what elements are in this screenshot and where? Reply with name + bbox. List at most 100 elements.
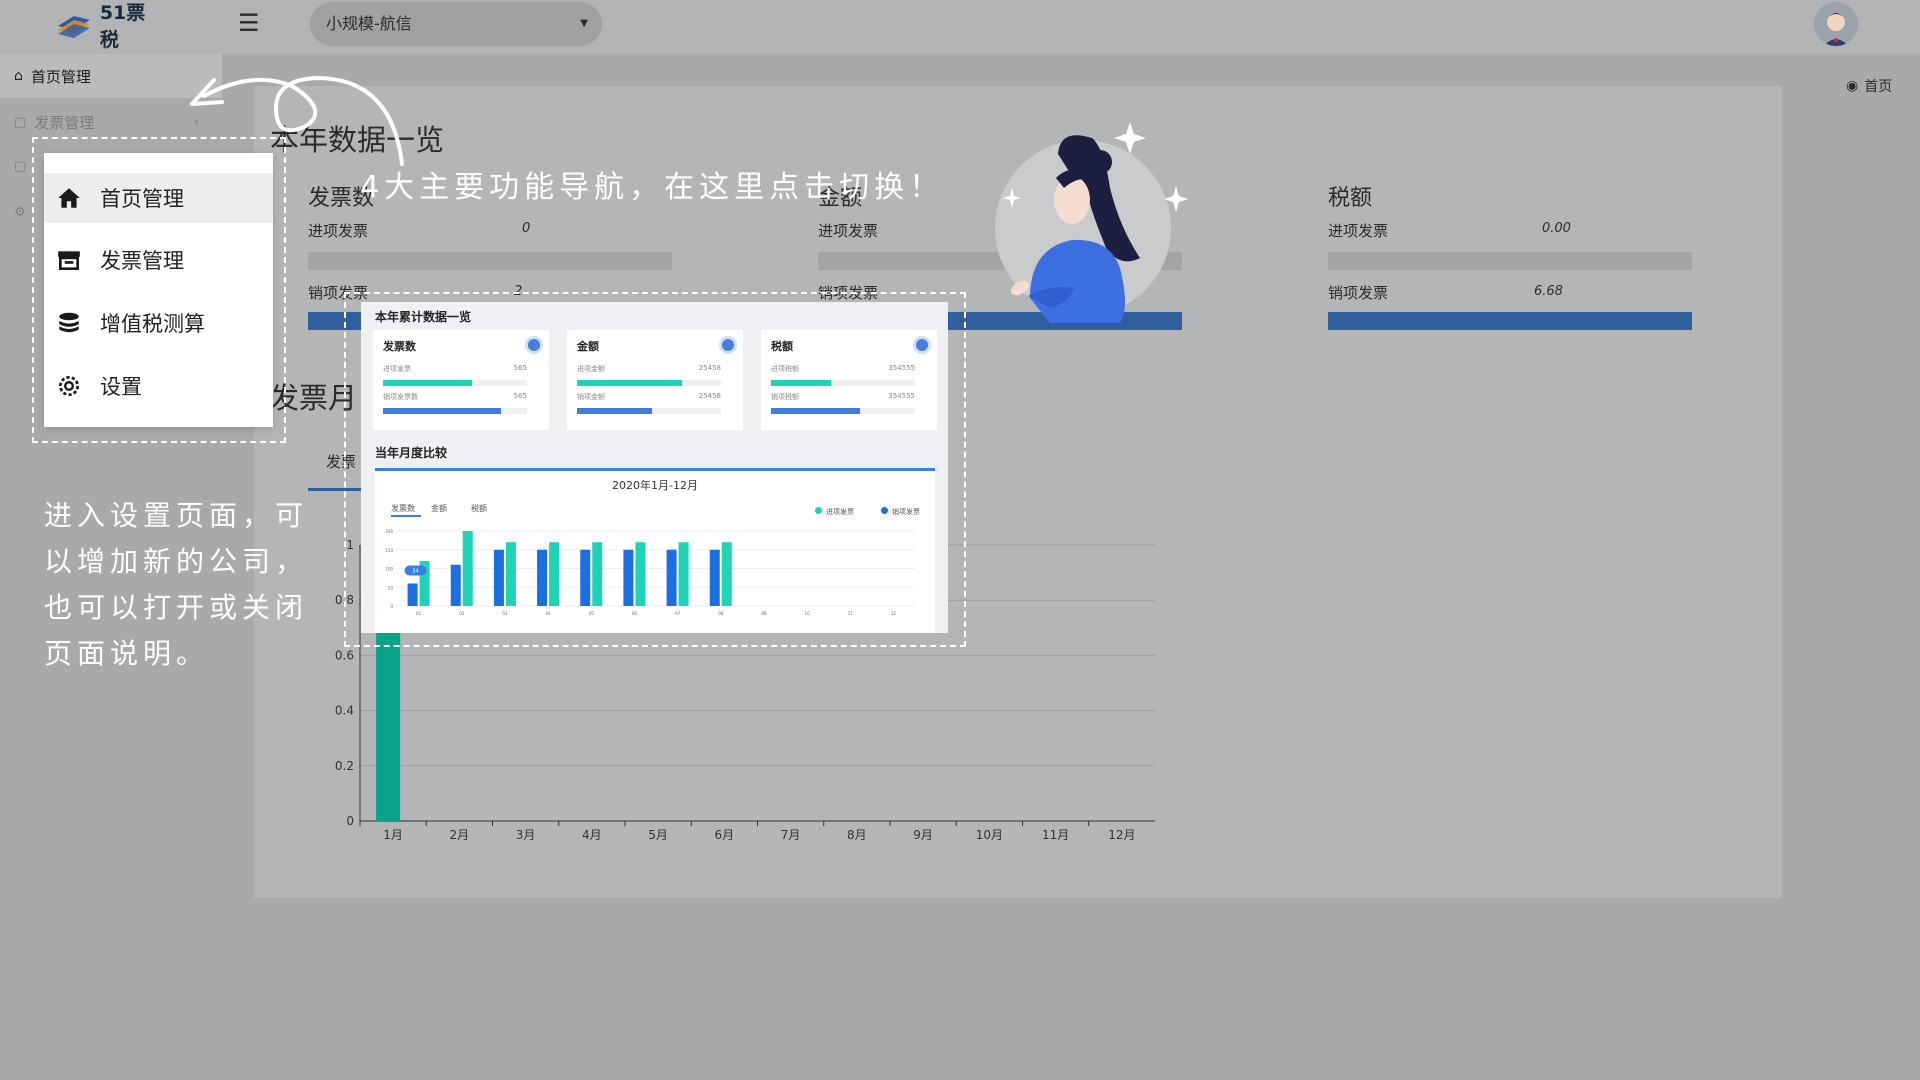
app-logo[interactable]: 51票税 (54, 2, 164, 51)
preview-x-label: 02 (459, 611, 465, 616)
preview-y-label: 150 (385, 548, 393, 553)
preview-bar-in (678, 542, 689, 606)
preview-bar-in (462, 531, 473, 606)
preview-bar-out (407, 583, 418, 606)
x-tick-label: 5月 (648, 828, 668, 842)
preview-x-label: 06 (632, 611, 638, 616)
x-tick-label: 12月 (1108, 828, 1135, 842)
y-tick-label: 0.2 (335, 759, 354, 773)
gear-icon (58, 375, 80, 397)
dashboard-preview: 本年累计数据一览 发票数 进项发票 565 销项发票数 565 金额 进项金额 254… (361, 302, 948, 633)
x-tick-label: 4月 (582, 828, 602, 842)
settings-tip-text: 进入设置页面，可以增加新的公司，也可以打开或关闭页面说明。 (44, 499, 309, 670)
menu-item-home[interactable]: 首页管理 (44, 173, 273, 223)
x-tick-label: 11月 (1042, 828, 1069, 842)
menu-item-invoices[interactable]: 发票管理 (44, 235, 273, 285)
preview-bar-out (450, 564, 461, 606)
preview-x-label: 10 (805, 611, 811, 616)
y-tick-label: 0 (346, 814, 354, 828)
preview-card-title: 发票数 (383, 340, 416, 353)
home-icon: ⌂ (14, 68, 23, 84)
stat-progress-bar (308, 252, 672, 270)
preview-progress-bar (577, 408, 721, 414)
preview-y-label: 100 (385, 567, 393, 572)
home-icon (58, 188, 80, 208)
preview-card-title: 税额 (771, 340, 793, 353)
x-tick-label: 8月 (847, 828, 867, 842)
breadcrumb-label: 首页 (1864, 79, 1893, 95)
preview-y-label: 0 (390, 604, 393, 609)
preview-card-tax: 税额 进项税额 354555 销项税额 354555 (761, 330, 937, 430)
preview-progress-bar (383, 380, 527, 386)
card-badge-icon (719, 336, 737, 354)
y-tick-label: 0.6 (335, 648, 354, 662)
company-select-value: 小规模-航信 (326, 14, 412, 33)
invoice-icon (58, 251, 80, 271)
preview-badge-label: 34 (412, 569, 418, 575)
gear-icon: ⚙ (14, 204, 26, 220)
x-tick-label: 2月 (450, 828, 470, 842)
preview-progress-bar (577, 380, 721, 386)
woman-illustration-icon (995, 122, 1188, 323)
preview-x-label: 05 (589, 611, 595, 616)
preview-card-count: 发票数 进项发票 565 销项发票数 565 (373, 330, 549, 430)
preview-row: 进项税额 354555 (771, 364, 915, 373)
avatar-icon (1814, 2, 1858, 46)
x-tick-label: 6月 (715, 828, 735, 842)
preview-row: 进项金额 25458 (577, 364, 721, 373)
preview-row: 销项发票数 565 (383, 392, 527, 401)
preview-x-label: 11 (848, 611, 854, 616)
stat-row-label: 进项发票 (1328, 222, 1389, 240)
avatar[interactable] (1814, 2, 1858, 46)
preview-card-title: 金额 (577, 340, 599, 353)
chevron-down-icon: ▼ (580, 18, 588, 29)
preview-bar-in (721, 542, 732, 606)
preview-bar-out (623, 549, 634, 606)
preview-bar-out (666, 549, 677, 606)
preview-bar-in (549, 542, 560, 606)
sidebar-item-label: 发票管理 (34, 113, 95, 132)
preview-bar-in (505, 542, 516, 606)
company-select[interactable]: 小规模-航信 ▼ (310, 2, 602, 46)
breadcrumb[interactable]: ◉ 首页 (1846, 76, 1892, 96)
stat-row-value: 0.00 (1542, 221, 1571, 236)
x-tick-label: 10月 (976, 828, 1003, 842)
preview-progress-bar (771, 380, 915, 386)
preview-bar-out (580, 549, 591, 606)
preview-chart-panel: 2020年1月-12月 发票数 金额 税额 进项发票 销项发票 0 50 100 15… (375, 468, 935, 633)
logo-mark-icon (57, 16, 90, 38)
preview-progress-bar (383, 408, 527, 414)
stat-row-label: 进项发票 (308, 222, 369, 240)
menu-item-settings[interactable]: 设置 (44, 361, 273, 411)
nav-tip-text: 4大主要功能导航，在这里点击切换！ (360, 170, 945, 205)
stat-row-value: 6.68 (1534, 284, 1563, 299)
nav-menu-popup: 首页管理 发票管理 增值税测算 设置 (44, 153, 273, 427)
preview-y-label: 50 (388, 585, 394, 590)
preview-bar-out (493, 549, 504, 606)
logo-text: 51票税 (99, 2, 146, 51)
x-tick-label: 3月 (516, 828, 536, 842)
preview-bar-out (709, 549, 720, 606)
curved-arrow-icon (190, 75, 404, 166)
stat-title-tax: 税额 (1328, 186, 1373, 211)
preview-x-label: 07 (675, 611, 681, 616)
preview-x-label: 04 (546, 611, 552, 616)
menu-toggle-icon[interactable]: ☰ (238, 10, 264, 36)
menu-item-label: 增值税测算 (100, 312, 205, 336)
dashboard-icon: ◉ (1846, 78, 1859, 94)
preview-card-amount: 金额 进项金额 25458 销项金额 25458 (567, 330, 743, 430)
preview-row: 销项金额 25458 (577, 392, 721, 401)
preview-bar-in (635, 542, 646, 606)
coins-icon: ▢ (14, 158, 27, 174)
coins-icon (59, 312, 79, 333)
preview-x-label: 08 (718, 611, 724, 616)
preview-row: 进项发票 565 (383, 364, 527, 373)
menu-item-label: 首页管理 (100, 187, 184, 211)
card-badge-icon (525, 336, 543, 354)
sidebar-item-label: 首页管理 (30, 67, 91, 86)
preview-x-label: 03 (502, 611, 508, 616)
x-tick-label: 7月 (781, 828, 801, 842)
menu-item-vat[interactable]: 增值税测算 (44, 298, 273, 348)
stat-row-label: 销项发票 (1328, 284, 1389, 302)
card-badge-icon (913, 336, 931, 354)
